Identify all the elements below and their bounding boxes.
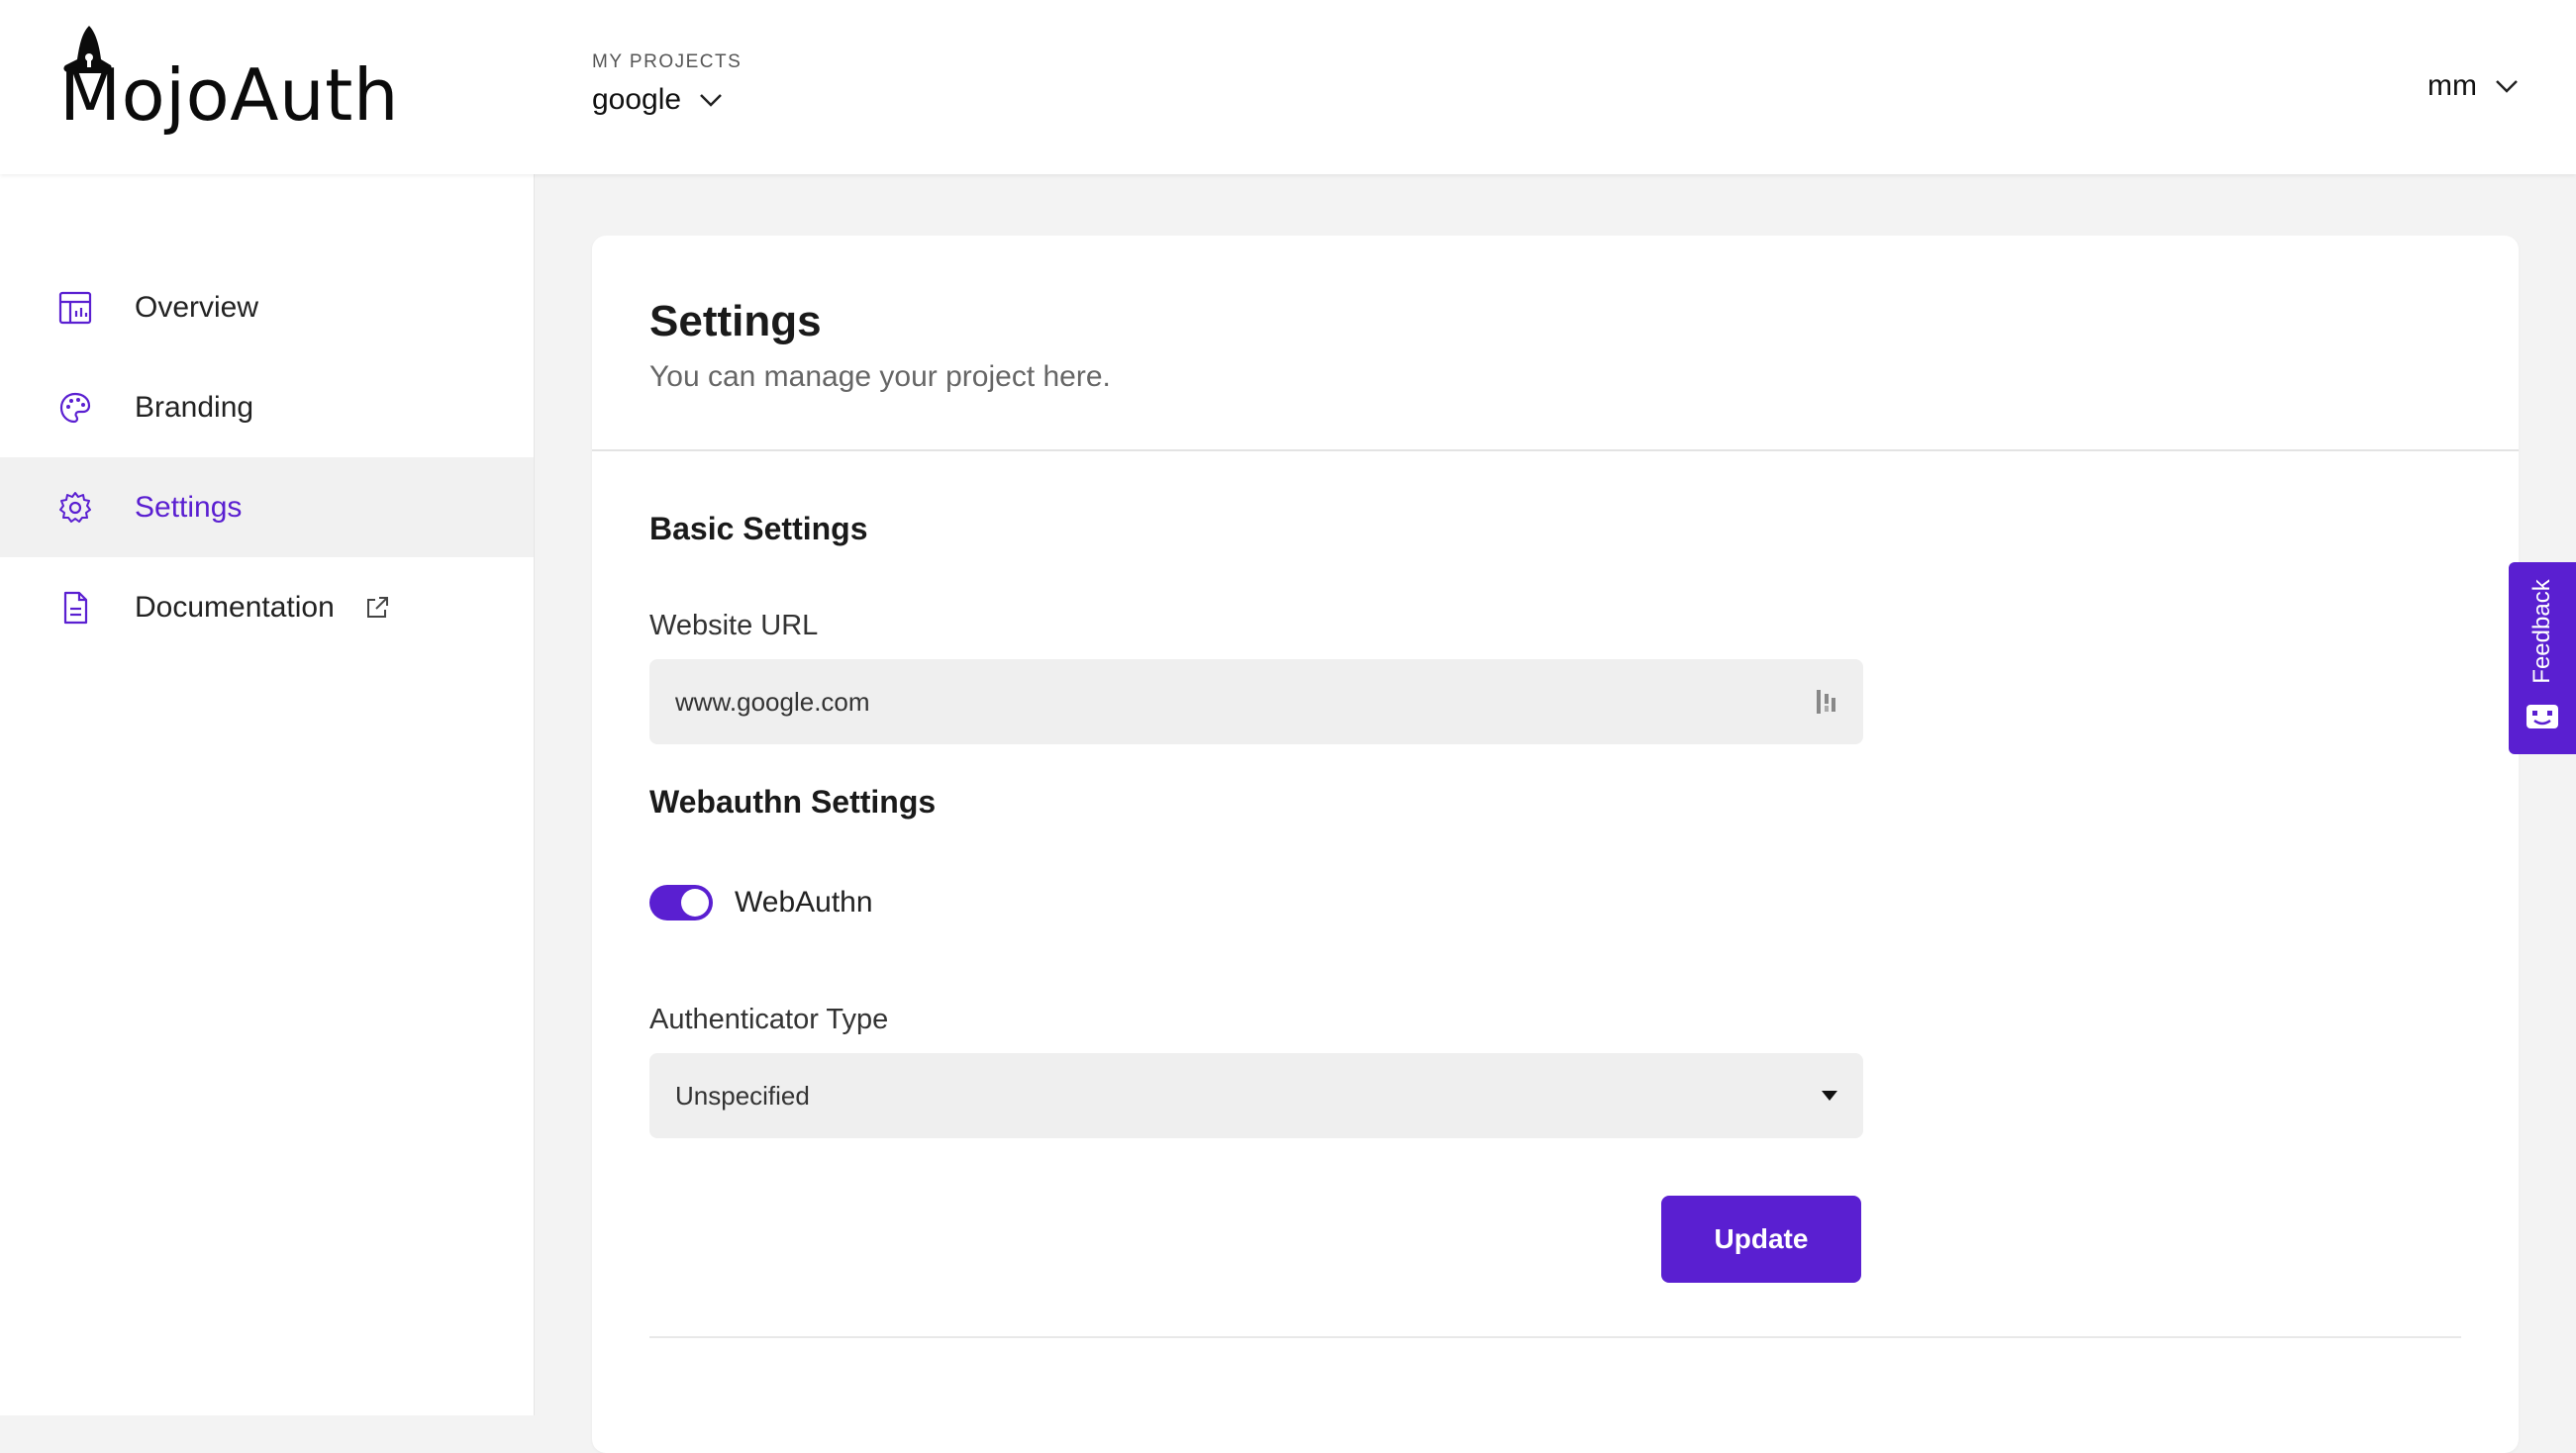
chat-bot-icon [2526, 703, 2558, 730]
sidebar: Overview Branding Settings Documentation [0, 174, 535, 1415]
external-link-icon [364, 595, 390, 621]
sidebar-item-label: Branding [135, 391, 253, 425]
sidebar-item-documentation[interactable]: Documentation [0, 557, 534, 657]
chevron-down-icon [2495, 79, 2519, 93]
sidebar-item-branding[interactable]: Branding [0, 357, 534, 457]
website-url-value: www.google.com [675, 687, 1816, 718]
mojoauth-logo[interactable]: MojoAuth [55, 22, 402, 141]
document-icon [57, 590, 93, 626]
authenticator-type-label: Authenticator Type [649, 1004, 888, 1036]
sidebar-nav: Overview Branding Settings Documentation [0, 257, 534, 657]
sidebar-item-label: Documentation [135, 591, 335, 625]
webauthn-toggle-row: WebAuthn [649, 885, 873, 920]
page-subtitle: You can manage your project here. [649, 360, 2461, 394]
sidebar-item-label: Overview [135, 291, 258, 325]
toggle-knob [681, 889, 709, 917]
feedback-label: Feedback [2528, 579, 2556, 683]
user-name: mm [2427, 69, 2477, 103]
settings-card: Settings You can manage your project her… [592, 236, 2519, 1453]
webauthn-toggle[interactable] [649, 885, 713, 920]
project-switcher: MY PROJECTS google [592, 51, 742, 117]
sidebar-item-label: Settings [135, 491, 242, 525]
website-url-input[interactable]: www.google.com [649, 659, 1863, 744]
webauthn-settings-heading: Webauthn Settings [649, 784, 936, 821]
caret-down-icon [1822, 1091, 1837, 1101]
chevron-down-icon [699, 93, 723, 107]
feedback-tab[interactable]: Feedback [2509, 562, 2576, 754]
password-manager-icon [1816, 688, 1837, 716]
update-button[interactable]: Update [1661, 1196, 1861, 1283]
projects-label: MY PROJECTS [592, 51, 742, 73]
website-url-label: Website URL [649, 610, 818, 642]
basic-settings-heading: Basic Settings [649, 511, 868, 547]
sidebar-item-settings[interactable]: Settings [0, 457, 534, 557]
authenticator-type-value: Unspecified [675, 1081, 1822, 1112]
dashboard-icon [57, 290, 93, 326]
project-name: google [592, 83, 681, 117]
page-title: Settings [649, 297, 2461, 346]
section-divider [649, 1336, 2461, 1338]
gear-icon [57, 490, 93, 526]
user-menu[interactable]: mm [2427, 69, 2519, 103]
webauthn-toggle-label: WebAuthn [735, 886, 873, 920]
top-header: MojoAuth MY PROJECTS google mm [0, 0, 2576, 174]
authenticator-type-select[interactable]: Unspecified [649, 1053, 1863, 1138]
palette-icon [57, 390, 93, 426]
card-header: Settings You can manage your project her… [592, 236, 2519, 451]
project-dropdown[interactable]: google [592, 83, 742, 117]
sidebar-item-overview[interactable]: Overview [0, 257, 534, 357]
logo-text: MojoAuth [59, 59, 399, 131]
